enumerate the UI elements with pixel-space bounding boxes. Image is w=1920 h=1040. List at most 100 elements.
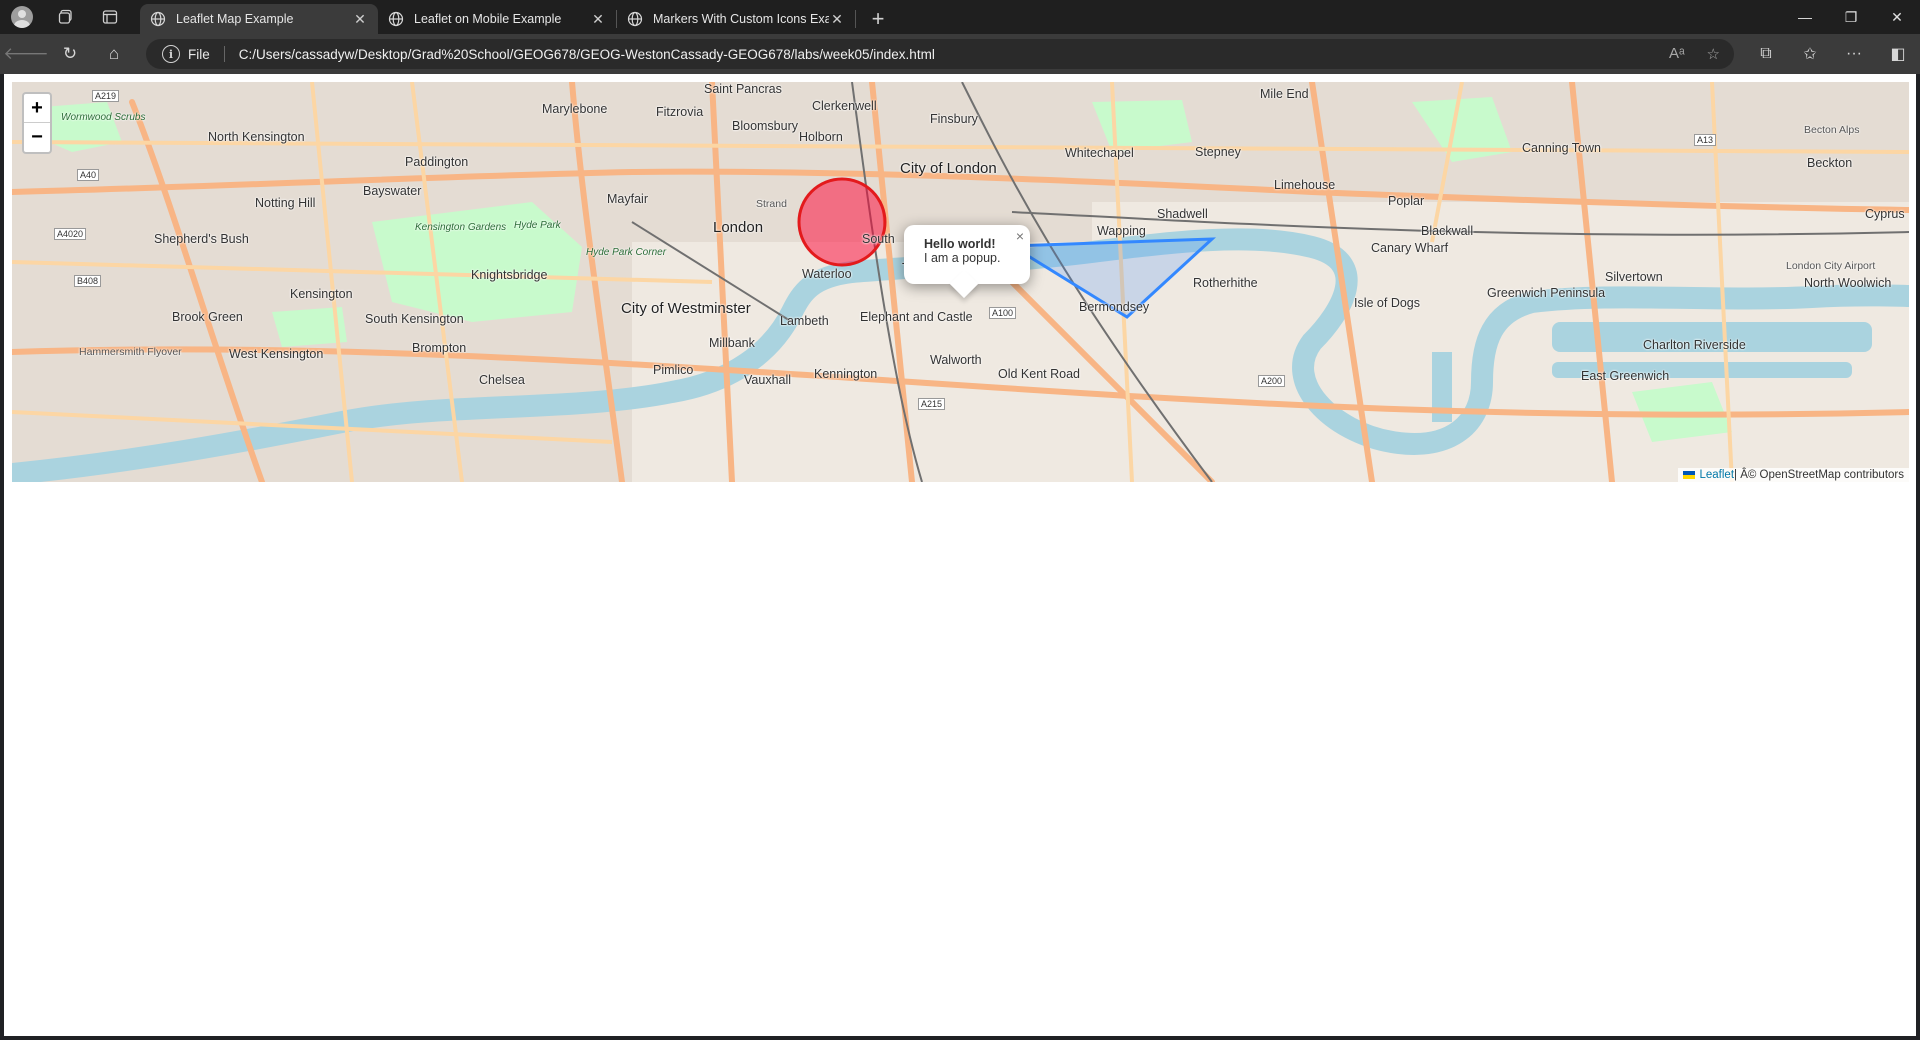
place-label: Hyde Park Corner [586, 247, 667, 258]
place-label: Holborn [799, 130, 843, 144]
place-label: Silvertown [1605, 270, 1663, 284]
close-tab-icon[interactable]: ✕ [352, 11, 368, 28]
zoom-in-button[interactable]: + [24, 94, 50, 123]
close-tab-icon[interactable]: ✕ [829, 11, 845, 28]
address-divider [223, 46, 225, 62]
attribution-text: | Â© OpenStreetMap contributors [1734, 469, 1904, 481]
red-circle-overlay [797, 177, 887, 267]
home-icon[interactable]: ⌂ [96, 38, 132, 70]
place-label: Notting Hill [255, 196, 316, 210]
place-label: Brompton [412, 341, 467, 355]
tab-strip: Leaflet Map Example ✕ Leaflet on Mobile … [140, 0, 894, 34]
place-label: Waterloo [802, 267, 852, 281]
favorites-icon[interactable]: ✩ [1788, 34, 1832, 74]
globe-icon [150, 11, 166, 27]
place-label: Lambeth [780, 314, 829, 328]
tab-leaflet-map-example[interactable]: Leaflet Map Example ✕ [140, 4, 378, 34]
back-arrow-icon[interactable]: 🡐 [3, 38, 49, 70]
place-label: A13 [1694, 134, 1717, 146]
minimize-icon[interactable]: — [1782, 0, 1828, 34]
place-label: A219 [92, 90, 120, 102]
place-label: North Kensington [208, 130, 305, 144]
place-label: Rotherhithe [1193, 276, 1258, 290]
place-label: A4020 [54, 228, 87, 240]
profile-icon[interactable] [8, 3, 36, 31]
place-label: Marylebone [542, 102, 608, 116]
read-aloud-icon[interactable]: Aᵃ [1669, 45, 1685, 63]
place-label: Paddington [405, 155, 469, 169]
url-text[interactable]: C:/Users/cassadyw/Desktop/Grad%20School/… [239, 47, 935, 62]
place-label: Kensington Gardens [415, 222, 507, 233]
place-label: Beckton [1807, 156, 1853, 170]
page-content: Saint Pancras Marylebone Fitzrovia Bloomsbu… [4, 74, 1916, 1036]
refresh-icon[interactable]: ↻ [52, 38, 88, 70]
tab-label: Markers With Custom Icons Exam [653, 12, 829, 26]
puzzle-icon[interactable]: ⧉ [1744, 34, 1788, 74]
place-label: South Kensington [365, 312, 464, 326]
place-label: East Greenwich [1581, 369, 1670, 383]
sidebar-icon[interactable]: ◧ [1876, 34, 1920, 74]
popup-body: I am a popup. [924, 251, 1001, 265]
place-label: Hyde Park [514, 220, 561, 231]
place-label: Cyprus [1865, 207, 1905, 221]
place-label: Mile End [1260, 87, 1309, 101]
place-label: Finsbury [930, 112, 978, 126]
place-label: Wapping [1097, 224, 1146, 238]
tab-actions-icon[interactable] [96, 3, 124, 31]
place-label: Walworth [930, 353, 982, 367]
place-label: Blackwall [1421, 224, 1474, 238]
globe-icon [627, 11, 643, 27]
place-label: Bermondsey [1079, 300, 1150, 314]
place-label: Kennington [814, 367, 878, 381]
place-label: Brook Green [172, 310, 243, 324]
place-label: Saint Pancras [704, 82, 782, 96]
new-tab-button[interactable]: + [862, 4, 894, 34]
workspaces-icon[interactable] [52, 3, 80, 31]
address-bar[interactable]: i File C:/Users/cassadyw/Desktop/Grad%20… [146, 39, 1734, 69]
place-label: Shepherd's Bush [154, 232, 249, 246]
place-label: Poplar [1388, 194, 1425, 208]
place-label: West Kensington [229, 347, 324, 361]
window-controls: — ❐ ✕ [1782, 0, 1920, 34]
place-label: London City Airport [1786, 260, 1876, 272]
tab-markers-custom-icons[interactable]: Markers With Custom Icons Exam ✕ [617, 4, 855, 34]
tab-leaflet-on-mobile[interactable]: Leaflet on Mobile Example ✕ [378, 4, 616, 34]
place-label: Shadwell [1157, 207, 1208, 221]
info-icon[interactable]: i [162, 45, 180, 63]
place-label: City of London [900, 160, 997, 177]
place-label: Vauxhall [744, 373, 792, 387]
zoom-control: + − [22, 92, 52, 154]
place-label: City of Westminster [621, 300, 751, 317]
leaflet-map[interactable]: Saint Pancras Marylebone Fitzrovia Bloomsbu… [12, 82, 1909, 482]
place-label: Stepney [1195, 145, 1241, 159]
place-label: Strand [756, 198, 787, 210]
close-tab-icon[interactable]: ✕ [590, 11, 606, 28]
restore-icon[interactable]: ❐ [1828, 0, 1874, 34]
place-label: Mayfair [607, 192, 648, 206]
more-icon[interactable]: ··· [1832, 34, 1876, 74]
place-label: Old Kent Road [998, 367, 1080, 381]
browser-toolbar: 🡐 ↻ ⌂ i File C:/Users/cassadyw/Desktop/G… [0, 34, 1920, 74]
close-icon[interactable]: × [1016, 228, 1024, 244]
place-label: B408 [74, 275, 102, 287]
globe-icon [388, 11, 404, 27]
leaflet-link[interactable]: Leaflet [1699, 469, 1734, 481]
place-label: North Woolwich [1804, 276, 1892, 290]
star-icon[interactable]: ☆ [1707, 45, 1720, 63]
popup-title: Hello world! [924, 237, 996, 251]
place-label: Kensington [290, 287, 353, 301]
place-label: A100 [989, 307, 1017, 319]
place-label: Clerkenwell [812, 99, 877, 113]
place-label: Canning Town [1522, 141, 1601, 155]
place-label: Wormwood Scrubs [61, 112, 146, 123]
place-label: Chelsea [479, 373, 525, 387]
place-label: Knightsbridge [471, 268, 548, 282]
place-label: Millbank [709, 336, 755, 350]
place-label: Charlton Riverside [1643, 338, 1746, 352]
place-label: A40 [77, 169, 100, 181]
zoom-out-button[interactable]: − [24, 123, 50, 152]
close-window-icon[interactable]: ✕ [1874, 0, 1920, 34]
place-label: South [862, 232, 895, 246]
tab-label: Leaflet on Mobile Example [414, 12, 562, 26]
ukraine-flag-icon [1683, 471, 1696, 479]
